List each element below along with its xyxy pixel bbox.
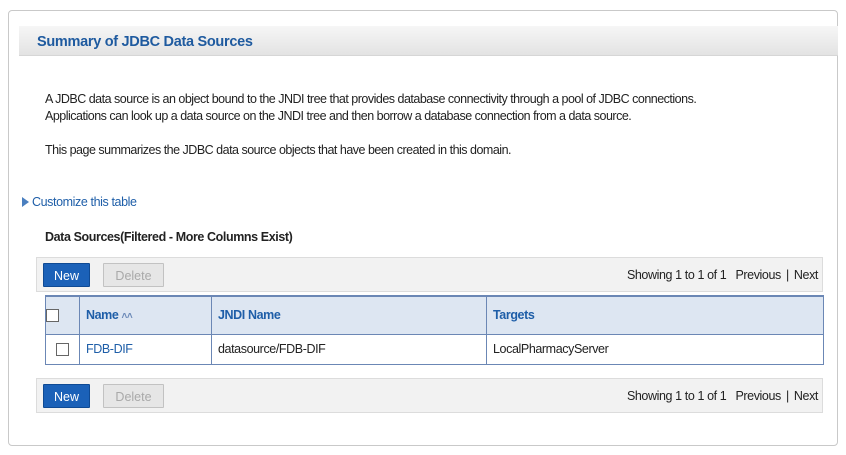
customize-table-link[interactable]: Customize this table [22,195,137,209]
new-button[interactable]: New [43,263,90,287]
pagination-separator: | [785,268,789,282]
pagination: Showing 1 to 1 of 1 Previous | Next [627,268,818,282]
previous-link[interactable]: Previous [735,268,781,282]
pagination-bottom: Showing 1 to 1 of 1 Previous | Next [627,389,818,403]
column-header-name-label: Name [86,308,119,323]
next-link[interactable]: Next [794,268,819,282]
delete-button-bottom: Delete [103,384,164,408]
new-button-bottom[interactable]: New [43,384,90,408]
page-title: Summary of JDBC Data Sources [37,34,253,50]
data-source-name-link[interactable]: FDB-DIF [86,342,133,356]
row-select-cell [45,333,80,365]
summary-text: This page summarizes the JDBC data sourc… [45,143,512,157]
table-toolbar-bottom: New Delete Showing 1 to 1 of 1 Previous … [36,378,823,413]
previous-link-bottom[interactable]: Previous [735,389,781,403]
column-header-jndi-name[interactable]: JNDI Name [211,295,487,335]
triangle-right-icon [22,197,29,207]
section-title: Data Sources(Filtered - More Columns Exi… [45,230,293,244]
row-jndi-cell: datasource/FDB-DIF [211,333,487,365]
table-toolbar-top: New Delete Showing 1 to 1 of 1 Previous … [36,257,823,292]
pagination-separator-bottom: | [785,389,789,403]
showing-count-bottom: Showing 1 to 1 of 1 [626,389,727,403]
delete-button: Delete [103,263,164,287]
customize-table-label: Customize this table [32,195,137,209]
row-name-cell: FDB-DIF [79,333,212,365]
intro-text-line2: Applications can look up a data source o… [45,109,632,123]
select-all-cell [45,295,80,335]
next-link-bottom[interactable]: Next [794,389,819,403]
intro-text-line1: A JDBC data source is an object bound to… [45,92,697,106]
table-row: FDB-DIF datasource/FDB-DIF LocalPharmacy… [45,333,824,365]
column-header-targets[interactable]: Targets [486,295,824,335]
sort-ascending-icon[interactable]: ˄˄ [121,311,132,322]
select-all-checkbox[interactable] [46,309,59,323]
table-header-row: Name ˄˄ JNDI Name Targets [45,295,824,335]
column-header-name[interactable]: Name ˄˄ [79,295,212,335]
row-targets-cell: LocalPharmacyServer [486,333,824,365]
row-checkbox[interactable] [55,343,69,357]
data-sources-table: Name ˄˄ JNDI Name Targets FDB-DIF datasou… [45,295,824,365]
showing-count: Showing 1 to 1 of 1 [626,268,727,282]
